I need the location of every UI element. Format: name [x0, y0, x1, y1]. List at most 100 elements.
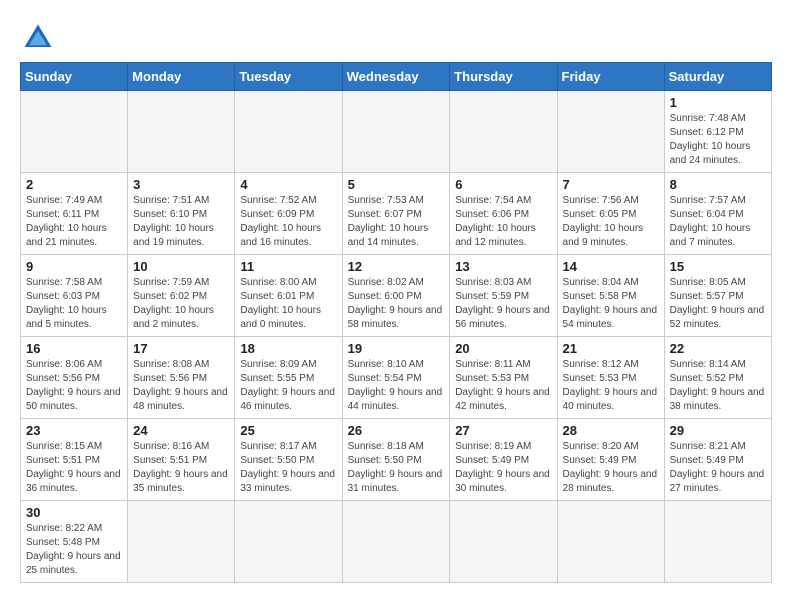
- day-info: Sunrise: 7:56 AMSunset: 6:05 PMDaylight:…: [563, 194, 659, 250]
- weekday-header-sunday: Sunday: [21, 63, 128, 91]
- day-number: 21: [563, 341, 659, 356]
- calendar-cell: [235, 91, 342, 173]
- logo: [20, 20, 60, 56]
- calendar-cell: 3Sunrise: 7:51 AMSunset: 6:10 PMDaylight…: [128, 173, 235, 255]
- weekday-header-row: SundayMondayTuesdayWednesdayThursdayFrid…: [21, 63, 772, 91]
- day-number: 30: [26, 505, 122, 520]
- day-number: 22: [670, 341, 766, 356]
- day-info: Sunrise: 8:04 AMSunset: 5:58 PMDaylight:…: [563, 276, 659, 332]
- weekday-header-wednesday: Wednesday: [342, 63, 450, 91]
- calendar-cell: 29 Sunrise: 8:21 AMSunset: 5:49 PMDayligh…: [664, 419, 771, 501]
- calendar-cell: 8Sunrise: 7:57 AMSunset: 6:04 PMDaylight…: [664, 173, 771, 255]
- day-info: Sunrise: 7:48 AMSunset: 6:12 PMDaylight:…: [670, 112, 766, 168]
- day-number: 4: [240, 177, 336, 192]
- day-info: Sunrise: 7:52 AMSunset: 6:09 PMDaylight:…: [240, 194, 336, 250]
- day-info: Sunrise: 8:00 AMSunset: 6:01 PMDaylight:…: [240, 276, 336, 332]
- day-info: Sunrise: 8:22 AMSunset: 5:48 PMDaylight:…: [26, 522, 122, 578]
- week-row-4: 16 Sunrise: 8:06 AMSunset: 5:56 PMDayligh…: [21, 337, 772, 419]
- calendar-cell: [664, 501, 771, 583]
- calendar-cell: 6 Sunrise: 7:54 AMSunset: 6:06 PMDaylight…: [450, 173, 557, 255]
- day-info: Sunrise: 8:19 AMSunset: 5:49 PMDaylight:…: [455, 440, 551, 496]
- calendar-cell: 1 Sunrise: 7:48 AMSunset: 6:12 PMDaylight…: [664, 91, 771, 173]
- calendar-cell: 21 Sunrise: 8:12 AMSunset: 5:53 PMDayligh…: [557, 337, 664, 419]
- calendar-cell: [450, 501, 557, 583]
- day-info: Sunrise: 8:06 AMSunset: 5:56 PMDaylight:…: [26, 358, 122, 414]
- day-number: 16: [26, 341, 122, 356]
- day-info: Sunrise: 8:02 AMSunset: 6:00 PMDaylight:…: [348, 276, 445, 332]
- calendar-cell: [128, 501, 235, 583]
- calendar-cell: 12 Sunrise: 8:02 AMSunset: 6:00 PMDayligh…: [342, 255, 450, 337]
- calendar-cell: 7 Sunrise: 7:56 AMSunset: 6:05 PMDaylight…: [557, 173, 664, 255]
- day-number: 1: [670, 95, 766, 110]
- calendar-cell: 15 Sunrise: 8:05 AMSunset: 5:57 PMDayligh…: [664, 255, 771, 337]
- weekday-header-friday: Friday: [557, 63, 664, 91]
- day-number: 11: [240, 259, 336, 274]
- calendar-cell: 16 Sunrise: 8:06 AMSunset: 5:56 PMDayligh…: [21, 337, 128, 419]
- calendar-cell: [557, 501, 664, 583]
- calendar-cell: [342, 91, 450, 173]
- day-number: 15: [670, 259, 766, 274]
- calendar-cell: [450, 91, 557, 173]
- calendar-cell: 23 Sunrise: 8:15 AMSunset: 5:51 PMDayligh…: [21, 419, 128, 501]
- day-info: Sunrise: 8:17 AMSunset: 5:50 PMDaylight:…: [240, 440, 336, 496]
- day-number: 28: [563, 423, 659, 438]
- day-info: Sunrise: 8:14 AMSunset: 5:52 PMDaylight:…: [670, 358, 766, 414]
- day-number: 2: [26, 177, 122, 192]
- day-info: Sunrise: 8:15 AMSunset: 5:51 PMDaylight:…: [26, 440, 122, 496]
- calendar-cell: 22 Sunrise: 8:14 AMSunset: 5:52 PMDayligh…: [664, 337, 771, 419]
- day-number: 29: [670, 423, 766, 438]
- day-number: 25: [240, 423, 336, 438]
- calendar-cell: 26Sunrise: 8:18 AMSunset: 5:50 PMDayligh…: [342, 419, 450, 501]
- calendar-cell: 9 Sunrise: 7:58 AMSunset: 6:03 PMDaylight…: [21, 255, 128, 337]
- day-number: 23: [26, 423, 122, 438]
- day-info: Sunrise: 7:54 AMSunset: 6:06 PMDaylight:…: [455, 194, 551, 250]
- calendar-cell: [557, 91, 664, 173]
- day-number: 10: [133, 259, 229, 274]
- week-row-1: 1 Sunrise: 7:48 AMSunset: 6:12 PMDaylight…: [21, 91, 772, 173]
- week-row-2: 2 Sunrise: 7:49 AMSunset: 6:11 PMDaylight…: [21, 173, 772, 255]
- weekday-header-saturday: Saturday: [664, 63, 771, 91]
- calendar-cell: 13Sunrise: 8:03 AMSunset: 5:59 PMDayligh…: [450, 255, 557, 337]
- weekday-header-tuesday: Tuesday: [235, 63, 342, 91]
- day-number: 27: [455, 423, 551, 438]
- day-number: 7: [563, 177, 659, 192]
- week-row-5: 23 Sunrise: 8:15 AMSunset: 5:51 PMDayligh…: [21, 419, 772, 501]
- calendar-cell: 30 Sunrise: 8:22 AMSunset: 5:48 PMDayligh…: [21, 501, 128, 583]
- calendar-cell: 14Sunrise: 8:04 AMSunset: 5:58 PMDayligh…: [557, 255, 664, 337]
- day-number: 26: [348, 423, 445, 438]
- calendar-cell: [21, 91, 128, 173]
- day-info: Sunrise: 8:16 AMSunset: 5:51 PMDaylight:…: [133, 440, 229, 496]
- calendar: SundayMondayTuesdayWednesdayThursdayFrid…: [20, 62, 772, 583]
- calendar-cell: 18 Sunrise: 8:09 AMSunset: 5:55 PMDayligh…: [235, 337, 342, 419]
- day-number: 19: [348, 341, 445, 356]
- day-number: 12: [348, 259, 445, 274]
- day-info: Sunrise: 7:53 AMSunset: 6:07 PMDaylight:…: [348, 194, 445, 250]
- day-number: 6: [455, 177, 551, 192]
- day-number: 17: [133, 341, 229, 356]
- day-info: Sunrise: 8:12 AMSunset: 5:53 PMDaylight:…: [563, 358, 659, 414]
- day-info: Sunrise: 7:58 AMSunset: 6:03 PMDaylight:…: [26, 276, 122, 332]
- day-info: Sunrise: 8:03 AMSunset: 5:59 PMDaylight:…: [455, 276, 551, 332]
- day-info: Sunrise: 8:05 AMSunset: 5:57 PMDaylight:…: [670, 276, 766, 332]
- day-number: 9: [26, 259, 122, 274]
- calendar-cell: 28Sunrise: 8:20 AMSunset: 5:49 PMDayligh…: [557, 419, 664, 501]
- weekday-header-thursday: Thursday: [450, 63, 557, 91]
- day-number: 18: [240, 341, 336, 356]
- day-info: Sunrise: 7:49 AMSunset: 6:11 PMDaylight:…: [26, 194, 122, 250]
- calendar-cell: 25 Sunrise: 8:17 AMSunset: 5:50 PMDayligh…: [235, 419, 342, 501]
- day-info: Sunrise: 8:09 AMSunset: 5:55 PMDaylight:…: [240, 358, 336, 414]
- day-info: Sunrise: 8:21 AMSunset: 5:49 PMDaylight:…: [670, 440, 766, 496]
- calendar-cell: 20Sunrise: 8:11 AMSunset: 5:53 PMDayligh…: [450, 337, 557, 419]
- calendar-cell: 19 Sunrise: 8:10 AMSunset: 5:54 PMDayligh…: [342, 337, 450, 419]
- day-info: Sunrise: 8:08 AMSunset: 5:56 PMDaylight:…: [133, 358, 229, 414]
- calendar-cell: 5Sunrise: 7:53 AMSunset: 6:07 PMDaylight…: [342, 173, 450, 255]
- header: [20, 20, 772, 56]
- calendar-cell: 27 Sunrise: 8:19 AMSunset: 5:49 PMDayligh…: [450, 419, 557, 501]
- day-number: 3: [133, 177, 229, 192]
- day-number: 24: [133, 423, 229, 438]
- day-info: Sunrise: 7:57 AMSunset: 6:04 PMDaylight:…: [670, 194, 766, 250]
- day-info: Sunrise: 8:11 AMSunset: 5:53 PMDaylight:…: [455, 358, 551, 414]
- calendar-cell: 2 Sunrise: 7:49 AMSunset: 6:11 PMDaylight…: [21, 173, 128, 255]
- day-info: Sunrise: 7:59 AMSunset: 6:02 PMDaylight:…: [133, 276, 229, 332]
- day-info: Sunrise: 8:10 AMSunset: 5:54 PMDaylight:…: [348, 358, 445, 414]
